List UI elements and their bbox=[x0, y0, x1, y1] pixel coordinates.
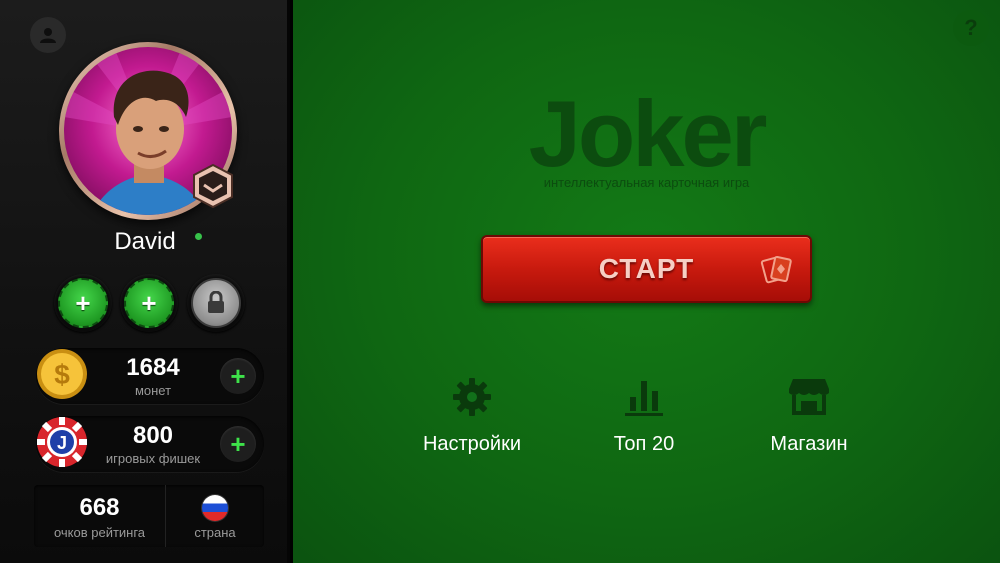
start-button[interactable]: СТАРТ bbox=[481, 235, 812, 303]
add-chips-button[interactable]: + bbox=[220, 426, 256, 462]
logo-title: Joker bbox=[528, 81, 768, 186]
bar-chart-icon bbox=[625, 381, 663, 416]
chips-value: 800 bbox=[132, 422, 174, 449]
lock-icon bbox=[208, 291, 224, 313]
country-label: страна bbox=[194, 525, 236, 540]
add-slot-button-2[interactable]: + bbox=[120, 274, 178, 332]
main-menu-area: ? Joker интеллектуальная карточная игра … bbox=[293, 0, 1000, 563]
rating-country-box: 668 очков рейтинга страна bbox=[34, 485, 264, 547]
locked-slot-button[interactable] bbox=[187, 274, 245, 332]
start-label: СТАРТ bbox=[598, 253, 695, 284]
shop-icon bbox=[789, 379, 829, 415]
add-coins-button[interactable]: + bbox=[220, 358, 256, 394]
online-status-indicator bbox=[195, 233, 202, 240]
rank-badge-icon bbox=[193, 163, 233, 209]
shop-button[interactable]: Магазин bbox=[729, 375, 889, 456]
user-icon bbox=[40, 28, 56, 43]
country-cell[interactable]: страна bbox=[166, 485, 264, 547]
playing-cards-icon bbox=[760, 255, 792, 284]
russia-flag-icon bbox=[202, 495, 228, 521]
plus-icon: + bbox=[230, 428, 246, 459]
settings-button[interactable]: Настройки bbox=[392, 375, 552, 456]
profile-menu-button[interactable] bbox=[30, 17, 66, 53]
svg-text:J: J bbox=[57, 433, 67, 453]
gear-icon bbox=[453, 378, 491, 416]
rating-cell: 668 очков рейтинга bbox=[34, 485, 166, 547]
chips-label: игровых фишек bbox=[105, 451, 201, 466]
coins-label: монет bbox=[134, 383, 172, 398]
settings-label: Настройки bbox=[422, 433, 522, 455]
joker-chip-icon: J bbox=[37, 417, 87, 467]
shop-label: Магазин bbox=[770, 433, 848, 455]
plus-icon: + bbox=[230, 360, 246, 391]
svg-text:$: $ bbox=[54, 359, 70, 390]
chips-row: J 800 игровых фишек + bbox=[36, 416, 264, 472]
logo-subtitle: интеллектуальная карточная игра bbox=[543, 175, 750, 190]
player-name: David bbox=[114, 228, 176, 255]
top20-label: Топ 20 bbox=[613, 433, 675, 455]
add-slot-button-1[interactable]: + bbox=[54, 274, 112, 332]
profile-sidebar: David + + $ 1684 монет + J 800 игровых ф… bbox=[0, 0, 290, 563]
question-icon: ? bbox=[964, 15, 978, 40]
help-button[interactable]: ? bbox=[953, 10, 989, 46]
dollar-coin-icon: $ bbox=[37, 349, 87, 399]
rating-label: очков рейтинга bbox=[53, 525, 146, 540]
plus-icon: + bbox=[58, 278, 108, 328]
coins-value: 1684 bbox=[126, 354, 180, 381]
top20-button[interactable]: Топ 20 bbox=[564, 375, 724, 456]
plus-icon: + bbox=[124, 278, 174, 328]
rating-value: 668 bbox=[79, 494, 120, 521]
coins-row: $ 1684 монет + bbox=[36, 348, 264, 404]
